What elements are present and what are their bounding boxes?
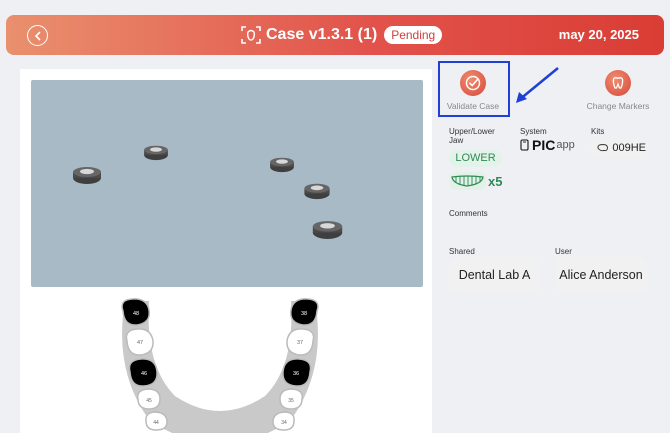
change-markers-button[interactable]: Change Markers [586, 70, 650, 111]
teeth-count: x5 [488, 174, 503, 189]
scan-face-icon [241, 26, 261, 44]
marker-icon[interactable] [302, 182, 332, 200]
tooth-45[interactable]: 45 [136, 388, 161, 410]
3d-viewer[interactable] [31, 80, 423, 287]
back-button[interactable] [27, 25, 48, 46]
kit-icon [597, 144, 608, 152]
left-panel: 48 47 46 45 44 38 37 36 35 34 [20, 69, 432, 433]
kit-chip[interactable]: 009HE [591, 139, 646, 157]
teeth-icon [451, 175, 484, 187]
shared-label: Shared [449, 247, 475, 256]
kit-value: 009HE [612, 142, 646, 154]
shared-card: Dental Lab A [449, 257, 540, 293]
tooth-36[interactable]: 36 [282, 358, 312, 387]
tooth-47[interactable]: 47 [125, 328, 154, 356]
tooth-46[interactable]: 46 [128, 358, 158, 387]
header-bar: Case v1.3.1 (1) Pending may 20, 2025 [6, 15, 664, 55]
tooth-48[interactable]: 48 [121, 298, 150, 326]
tooth-label: 36 [293, 371, 299, 377]
marker-icon[interactable] [267, 156, 297, 173]
tooth-34[interactable]: 34 [272, 411, 295, 431]
tooth-label: 46 [141, 371, 147, 377]
teeth-chip [449, 172, 486, 190]
tooth-label: 35 [288, 398, 294, 404]
tooth-38[interactable]: 38 [290, 298, 319, 326]
system-brand: PIC [532, 137, 556, 153]
user-label: User [555, 247, 572, 256]
user-card: Alice Anderson [555, 257, 647, 293]
system-brand-suffix: app [556, 139, 575, 151]
jaw-label: Upper/Lower Jaw [449, 127, 495, 145]
tooth-label: 38 [301, 311, 307, 317]
case-date: may 20, 2025 [558, 27, 639, 42]
tooth-label: 34 [281, 420, 287, 426]
tooth-37[interactable]: 37 [286, 328, 315, 356]
tooth-label: 37 [297, 340, 303, 346]
comments-label: Comments [449, 209, 488, 218]
highlight-annotation-box [438, 61, 510, 117]
jaw-value-badge: LOWER [449, 150, 502, 167]
chevron-left-icon [34, 31, 40, 40]
kits-label: Kits [591, 127, 605, 136]
tooth-44[interactable]: 44 [145, 411, 168, 431]
page-title: Case v1.3.1 (1) [266, 26, 378, 43]
phone-icon [520, 139, 529, 151]
system-label: System [520, 127, 547, 136]
tooth-label: 48 [133, 311, 139, 317]
system-logo: PIC app [520, 137, 575, 153]
status-badge: Pending [384, 26, 443, 44]
jaw-chart: 48 47 46 45 44 38 37 36 35 34 [121, 298, 319, 433]
shared-value: Dental Lab A [458, 268, 531, 282]
tooth-label: 44 [153, 420, 159, 426]
tooth-icon [605, 70, 631, 96]
marker-icon[interactable] [311, 219, 344, 240]
marker-icon[interactable] [72, 165, 102, 185]
tooth-35[interactable]: 35 [279, 388, 304, 410]
title-group: Case v1.3.1 (1) Pending [240, 23, 443, 47]
tooth-label: 45 [146, 398, 152, 404]
arrow-annotation-icon [516, 67, 559, 103]
change-markers-label: Change Markers [586, 101, 650, 111]
user-value: Alice Anderson [559, 268, 643, 282]
tooth-label: 47 [137, 340, 143, 346]
marker-icon[interactable] [142, 144, 170, 161]
